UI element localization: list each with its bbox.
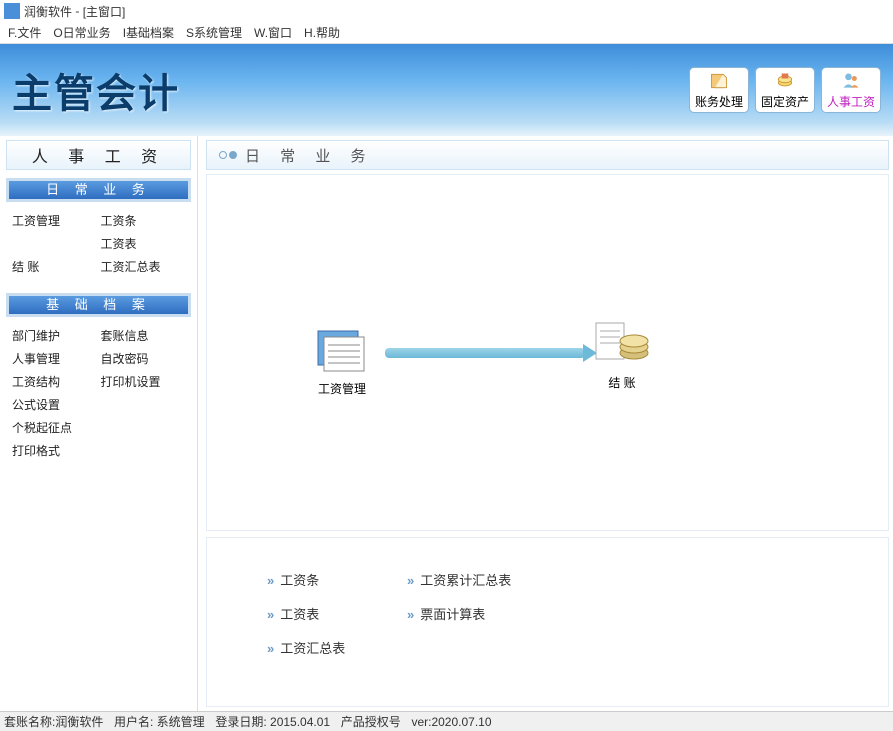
toolbar-assets[interactable]: 固定资产 [755, 67, 815, 113]
menu-base[interactable]: I基础档案 [123, 24, 174, 41]
sidebar-item[interactable]: 打印机设置 [101, 373, 186, 390]
sidebar-item[interactable]: 结 账 [12, 258, 97, 275]
toolbar-hr[interactable]: 人事工资 [821, 67, 881, 113]
arrow-icon [385, 348, 585, 358]
bullet-icon [219, 151, 237, 159]
sidebar-item[interactable]: 个税起征点 [12, 419, 97, 436]
link-item[interactable]: 票面计算表 [407, 604, 567, 623]
coins-icon [774, 71, 796, 91]
menu-window[interactable]: W.窗口 [254, 24, 292, 41]
sidebar-item [101, 396, 186, 413]
sidebar-item[interactable]: 公式设置 [12, 396, 97, 413]
document-icon [312, 323, 372, 373]
logo-text: 主管会计 [12, 61, 180, 119]
toolbar-accounts[interactable]: 账务处理 [689, 67, 749, 113]
status-version: ver:2020.07.10 [411, 715, 491, 729]
menu-system[interactable]: S系统管理 [186, 24, 242, 41]
sidebar-item[interactable]: 打印格式 [12, 442, 97, 459]
menu-help[interactable]: H.帮助 [304, 24, 340, 41]
status-date: 登录日期: 2015.04.01 [215, 713, 330, 730]
app-name: 润衡软件 [24, 3, 72, 20]
link-item[interactable]: 工资累计汇总表 [407, 570, 567, 589]
main-area: 日 常 业 务 工资管理 [198, 136, 893, 711]
sidebar-item[interactable]: 工资汇总表 [101, 258, 186, 275]
sidebar-item[interactable]: 工资管理 [12, 212, 97, 229]
sidebar-item[interactable]: 套账信息 [101, 327, 186, 344]
book-icon [708, 71, 730, 91]
link-item[interactable]: 工资条 [267, 570, 407, 589]
header-banner: 主管会计 账务处理 固定资产 人事工资 [0, 44, 893, 136]
titlebar: 润衡软件 - [主窗口] [0, 0, 893, 22]
diagram: 工资管理 结 账 [206, 174, 889, 531]
link-item[interactable]: 工资表 [267, 604, 407, 623]
menu-daily[interactable]: O日常业务 [53, 24, 110, 41]
sidebar: 人 事 工 资 日 常 业 务 工资管理 工资条 工资表 结 账 工资汇总表 基… [0, 136, 198, 711]
sidebar-item[interactable]: 工资条 [101, 212, 186, 229]
sidebar-item[interactable]: 部门维护 [12, 327, 97, 344]
main-title: 日 常 业 务 [206, 140, 889, 170]
status-account: 套账名称:润衡软件 [4, 713, 103, 730]
window-name: [主窗口] [83, 3, 126, 20]
menubar: F.文件 O日常业务 I基础档案 S系统管理 W.窗口 H.帮助 [0, 22, 893, 44]
statusbar: 套账名称:润衡软件 用户名: 系统管理 登录日期: 2015.04.01 产品授… [0, 711, 893, 731]
people-icon [840, 71, 862, 91]
link-item[interactable]: 工资汇总表 [267, 638, 407, 657]
sidebar-hdr-daily[interactable]: 日 常 业 务 [6, 178, 191, 202]
node-closing[interactable]: 结 账 [587, 317, 657, 391]
menu-file[interactable]: F.文件 [8, 24, 41, 41]
sidebar-item[interactable]: 自改密码 [101, 350, 186, 367]
sidebar-item[interactable]: 工资表 [101, 235, 186, 252]
node-salary-mgmt[interactable]: 工资管理 [307, 323, 377, 397]
links-panel: 工资条 工资累计汇总表 工资表 票面计算表 工资汇总表 [206, 537, 889, 707]
status-user: 用户名: 系统管理 [114, 713, 205, 730]
sidebar-item[interactable]: 人事管理 [12, 350, 97, 367]
status-license: 产品授权号 [341, 713, 401, 730]
sidebar-item [101, 419, 186, 436]
sidebar-item[interactable]: 工资结构 [12, 373, 97, 390]
app-icon [4, 3, 20, 19]
sidebar-hdr-base[interactable]: 基 础 档 案 [6, 293, 191, 317]
sidebar-title: 人 事 工 资 [6, 140, 191, 170]
sidebar-item [12, 235, 97, 252]
ledger-coins-icon [592, 317, 652, 367]
sidebar-item [101, 442, 186, 459]
toolbar: 账务处理 固定资产 人事工资 [689, 67, 881, 113]
